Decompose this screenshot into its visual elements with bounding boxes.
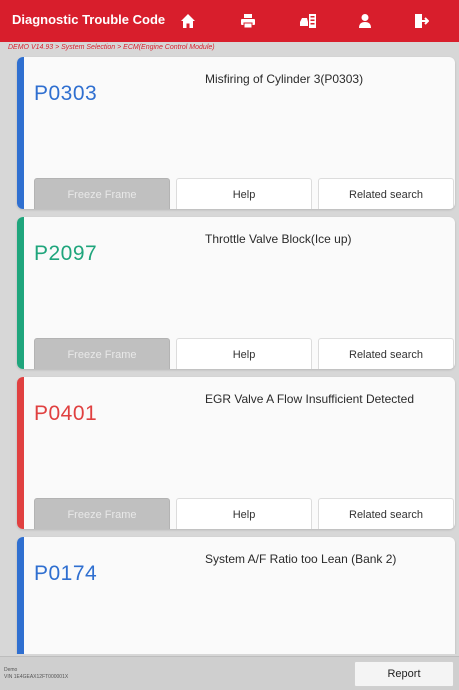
dtc-description: Misfiring of Cylinder 3(P0303) bbox=[205, 72, 364, 86]
dtc-description: EGR Valve A Flow Insufficient Detected bbox=[205, 392, 414, 406]
home-icon bbox=[181, 14, 195, 28]
dtc-color-bar bbox=[17, 377, 24, 529]
top-bar: Diagnostic Trouble Code bbox=[0, 0, 459, 42]
dtc-card-p0303: P0303 Misfiring of Cylinder 3(P0303) Fre… bbox=[17, 57, 455, 209]
print-button[interactable] bbox=[232, 6, 264, 36]
print-icon bbox=[241, 14, 255, 29]
related-search-button[interactable]: Related search bbox=[318, 178, 454, 209]
page-title: Diagnostic Trouble Code bbox=[12, 12, 166, 27]
dtc-color-bar bbox=[17, 57, 24, 209]
vehicle-name: Demo bbox=[4, 667, 18, 673]
related-search-button[interactable]: Related search bbox=[318, 498, 454, 529]
exit-icon bbox=[415, 14, 429, 28]
dtc-card-p0401: P0401 EGR Valve A Flow Insufficient Dete… bbox=[17, 377, 455, 529]
exit-button[interactable] bbox=[405, 6, 437, 36]
user-icon bbox=[359, 14, 371, 28]
dtc-code: P0401 bbox=[34, 402, 98, 425]
help-button[interactable]: Help bbox=[176, 178, 312, 209]
freeze-frame-button[interactable]: Freeze Frame bbox=[34, 498, 170, 529]
dtc-code: P0303 bbox=[34, 82, 98, 105]
freeze-frame-button[interactable]: Freeze Frame bbox=[34, 338, 170, 369]
help-button[interactable]: Help bbox=[176, 498, 312, 529]
dtc-card-p2097: P2097 Throttle Valve Block(Ice up) Freez… bbox=[17, 217, 455, 369]
dtc-color-bar bbox=[17, 537, 24, 654]
dtc-list[interactable]: P0303 Misfiring of Cylinder 3(P0303) Fre… bbox=[0, 54, 459, 654]
dtc-code: P0174 bbox=[34, 562, 98, 585]
related-search-button[interactable]: Related search bbox=[318, 338, 454, 369]
vin-label: VIN 1E4GEAX12FT000001X bbox=[4, 674, 69, 680]
dtc-card-p0174: P0174 System A/F Ratio too Lean (Bank 2) bbox=[17, 537, 455, 654]
freeze-frame-button[interactable]: Freeze Frame bbox=[34, 178, 170, 209]
dtc-code: P2097 bbox=[34, 242, 98, 265]
vehicle-info-button[interactable] bbox=[292, 6, 324, 36]
report-button[interactable]: Report bbox=[354, 661, 454, 687]
home-button[interactable] bbox=[172, 6, 204, 36]
vehicle-info-icon bbox=[300, 14, 316, 28]
user-button[interactable] bbox=[349, 6, 381, 36]
bottom-bar: Demo VIN 1E4GEAX12FT000001X Report bbox=[0, 656, 459, 690]
dtc-description: Throttle Valve Block(Ice up) bbox=[205, 232, 352, 246]
dtc-color-bar bbox=[17, 217, 24, 369]
breadcrumb: DEMO V14.93 > System Selection > ECM(Eng… bbox=[8, 44, 215, 51]
dtc-description: System A/F Ratio too Lean (Bank 2) bbox=[205, 552, 397, 566]
help-button[interactable]: Help bbox=[176, 338, 312, 369]
